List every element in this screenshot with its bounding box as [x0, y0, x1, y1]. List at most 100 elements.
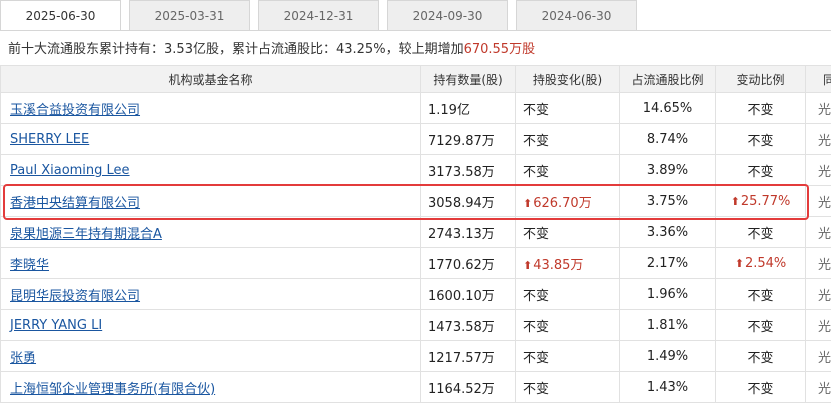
- rate-value: 不变: [747, 288, 774, 304]
- cell-change: 不变: [515, 371, 620, 403]
- summary-total-ratio: 43.25%: [335, 42, 386, 57]
- change-value: 626.70万: [533, 195, 592, 211]
- cell-name: 玉溪合益投资有限公司: [0, 92, 421, 124]
- cell-qty: 1164.52万: [420, 371, 516, 403]
- cell-qty: 3058.94万: [420, 185, 516, 217]
- cell-extra: 光: [805, 154, 831, 186]
- cell-change: 不变: [515, 92, 620, 124]
- rate-value: 2.54%: [744, 255, 787, 271]
- cell-extra: 光: [805, 309, 831, 341]
- rate-value: 不变: [747, 381, 774, 397]
- cell-change: 不变: [515, 340, 620, 372]
- change-value: 不变: [523, 381, 550, 397]
- header-name: 机构或基金名称: [0, 65, 421, 93]
- summary-total-held: 3.53亿股: [164, 42, 219, 57]
- cell-rate: 不变: [715, 371, 806, 403]
- change-value: 不变: [523, 102, 550, 118]
- shareholders-table: 机构或基金名称 持有数量(股) 持股变化(股) 占流通股比例 变动比例 同 玉溪…: [0, 65, 831, 403]
- tab-2024-06-30[interactable]: 2024-06-30: [516, 0, 637, 31]
- tab-2025-06-30[interactable]: 2025-06-30: [0, 0, 121, 31]
- summary-prefix: 前十大流通股东累计持有：: [8, 42, 165, 57]
- cell-change: 不变: [515, 216, 620, 248]
- summary-increase: 670.55万股: [463, 42, 536, 57]
- cell-rate: 不变: [715, 216, 806, 248]
- tab-2025-03-31[interactable]: 2025-03-31: [129, 0, 250, 31]
- cell-rate: 不变: [715, 123, 806, 155]
- holder-name-link[interactable]: 泉果旭源三年持有期混合A: [10, 227, 162, 242]
- header-rate: 变动比例: [715, 65, 806, 93]
- cell-rate: 不变: [715, 340, 806, 372]
- rate-value: 25.77%: [740, 193, 791, 209]
- arrow-up-icon: ⬆: [523, 258, 533, 272]
- cell-name: 泉果旭源三年持有期混合A: [0, 216, 421, 248]
- rate-value: 不变: [747, 133, 774, 149]
- holder-name-link[interactable]: SHERRY LEE: [10, 132, 89, 147]
- cell-pct: 1.43%: [619, 371, 716, 403]
- tab-2024-12-31[interactable]: 2024-12-31: [258, 0, 379, 31]
- holder-name-link[interactable]: 上海恒邹企业管理事务所(有限合伙): [10, 382, 215, 397]
- table-row: 张勇 1217.57万 不变 1.49% 不变光: [0, 340, 831, 372]
- period-tabs: 2025-06-30 2025-03-31 2024-12-31 2024-09…: [0, 0, 831, 31]
- cell-qty: 3173.58万: [420, 154, 516, 186]
- cell-pct: 3.36%: [619, 216, 716, 248]
- tab-2024-09-30[interactable]: 2024-09-30: [387, 0, 508, 31]
- holder-name-link[interactable]: 昆明华辰投资有限公司: [10, 289, 140, 304]
- header-change: 持股变化(股): [515, 65, 620, 93]
- cell-pct: 3.89%: [619, 154, 716, 186]
- cell-pct: 2.17%: [619, 247, 716, 279]
- cell-qty: 1600.10万: [420, 278, 516, 310]
- cell-qty: 7129.87万: [420, 123, 516, 155]
- cell-pct: 14.65%: [619, 92, 716, 124]
- table-row: 泉果旭源三年持有期混合A 2743.13万 不变 3.36% 不变光: [0, 216, 831, 248]
- cell-name: 昆明华辰投资有限公司: [0, 278, 421, 310]
- tabs-divider: [0, 30, 831, 31]
- holder-name-link[interactable]: 香港中央结算有限公司: [10, 196, 140, 211]
- change-value: 不变: [523, 288, 550, 304]
- arrow-up-icon: ⬆: [730, 194, 740, 208]
- rate-value: 不变: [747, 319, 774, 335]
- cell-name: SHERRY LEE: [0, 123, 421, 155]
- table-row: Paul Xiaoming Lee 3173.58万 不变 3.89% 不变光: [0, 154, 831, 186]
- cell-rate: ⬆25.77%: [715, 185, 806, 217]
- cell-change: 不变: [515, 278, 620, 310]
- cell-change: 不变: [515, 123, 620, 155]
- arrow-up-icon: ⬆: [523, 196, 533, 210]
- cell-pct: 8.74%: [619, 123, 716, 155]
- cell-pct: 3.75%: [619, 185, 716, 217]
- cell-change: ⬆626.70万: [515, 185, 620, 217]
- rate-value: 不变: [747, 350, 774, 366]
- header-pct: 占流通股比例: [619, 65, 716, 93]
- cell-rate: 不变: [715, 278, 806, 310]
- cell-extra: 光: [805, 216, 831, 248]
- cell-name: 李晓华: [0, 247, 421, 279]
- change-value: 不变: [523, 319, 550, 335]
- header-extra: 同: [805, 65, 831, 93]
- summary-mid: ，累计占流通股比：: [218, 42, 336, 57]
- cell-qty: 1.19亿: [420, 92, 516, 124]
- cell-rate: ⬆2.54%: [715, 247, 806, 279]
- cell-extra: 光: [805, 123, 831, 155]
- holder-name-link[interactable]: JERRY YANG LI: [10, 318, 102, 333]
- holder-name-link[interactable]: Paul Xiaoming Lee: [10, 163, 130, 178]
- cell-extra: 光: [805, 371, 831, 403]
- cell-name: Paul Xiaoming Lee: [0, 154, 421, 186]
- holder-name-link[interactable]: 玉溪合益投资有限公司: [10, 103, 140, 118]
- change-value: 43.85万: [533, 257, 584, 273]
- table-row: 李晓华 1770.62万 ⬆43.85万 2.17% ⬆2.54% 光: [0, 247, 831, 279]
- cell-pct: 1.81%: [619, 309, 716, 341]
- holder-name-link[interactable]: 李晓华: [10, 258, 49, 273]
- table-row: 玉溪合益投资有限公司 1.19亿 不变 14.65% 不变光: [0, 92, 831, 124]
- header-qty: 持有数量(股): [420, 65, 516, 93]
- cell-qty: 1217.57万: [420, 340, 516, 372]
- cell-change: ⬆43.85万: [515, 247, 620, 279]
- cell-extra: 光: [805, 340, 831, 372]
- cell-extra: 光: [805, 247, 831, 279]
- cell-name: 上海恒邹企业管理事务所(有限合伙): [0, 371, 421, 403]
- cell-name: 香港中央结算有限公司: [0, 185, 421, 217]
- table-row: JERRY YANG LI 1473.58万 不变 1.81% 不变光: [0, 309, 831, 341]
- holder-name-link[interactable]: 张勇: [10, 351, 36, 366]
- cell-change: 不变: [515, 309, 620, 341]
- holdings-summary: 前十大流通股东累计持有：3.53亿股，累计占流通股比：43.25%，较上期增加6…: [8, 38, 535, 58]
- cell-extra: 光: [805, 185, 831, 217]
- cell-qty: 2743.13万: [420, 216, 516, 248]
